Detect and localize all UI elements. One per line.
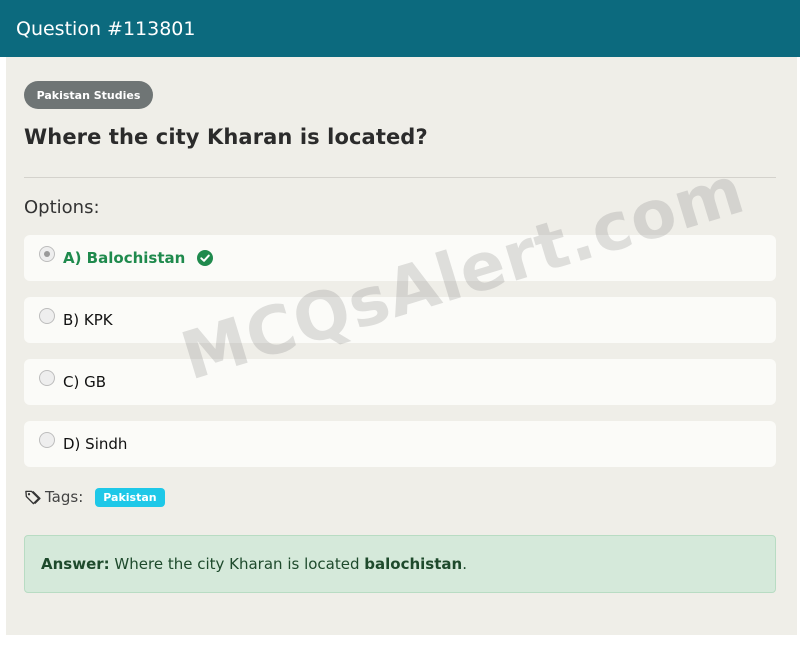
option-label: D) Sindh bbox=[63, 435, 128, 453]
option-label: B) KPK bbox=[63, 311, 113, 329]
divider bbox=[24, 177, 776, 178]
page-header: Question #113801 bbox=[0, 0, 800, 57]
radio-button[interactable] bbox=[39, 308, 55, 324]
option-d[interactable]: D) Sindh bbox=[24, 421, 776, 467]
options-label: Options: bbox=[24, 197, 100, 218]
radio-button[interactable] bbox=[39, 432, 55, 448]
bottom-strip bbox=[0, 635, 800, 665]
answer-prefix: Answer: bbox=[41, 555, 110, 573]
tag-icon bbox=[25, 490, 41, 504]
radio-button[interactable] bbox=[39, 370, 55, 386]
answer-text: Where the city Kharan is located bbox=[109, 555, 365, 573]
question-number-title: Question #113801 bbox=[16, 17, 196, 40]
tags-label: Tags: bbox=[45, 488, 84, 506]
check-circle-icon bbox=[197, 250, 214, 266]
answer-value: balochistan bbox=[364, 555, 463, 573]
option-c[interactable]: C) GB bbox=[24, 359, 776, 405]
answer-suffix: . bbox=[462, 555, 467, 573]
category-badge[interactable]: Pakistan Studies bbox=[24, 81, 153, 109]
option-b[interactable]: B) KPK bbox=[24, 297, 776, 343]
tags-row: Tags: Pakistan bbox=[24, 485, 165, 509]
option-label: C) GB bbox=[63, 373, 107, 391]
tag-pill[interactable]: Pakistan bbox=[95, 487, 165, 507]
option-label: A) Balochistan bbox=[63, 249, 186, 267]
question-card: Pakistan Studies Where the city Kharan i… bbox=[6, 57, 797, 635]
radio-button[interactable] bbox=[39, 246, 55, 262]
answer-box: Answer: Where the city Kharan is located… bbox=[24, 535, 776, 593]
option-a[interactable]: A) Balochistan bbox=[24, 235, 776, 281]
question-text: Where the city Kharan is located? bbox=[24, 125, 428, 149]
